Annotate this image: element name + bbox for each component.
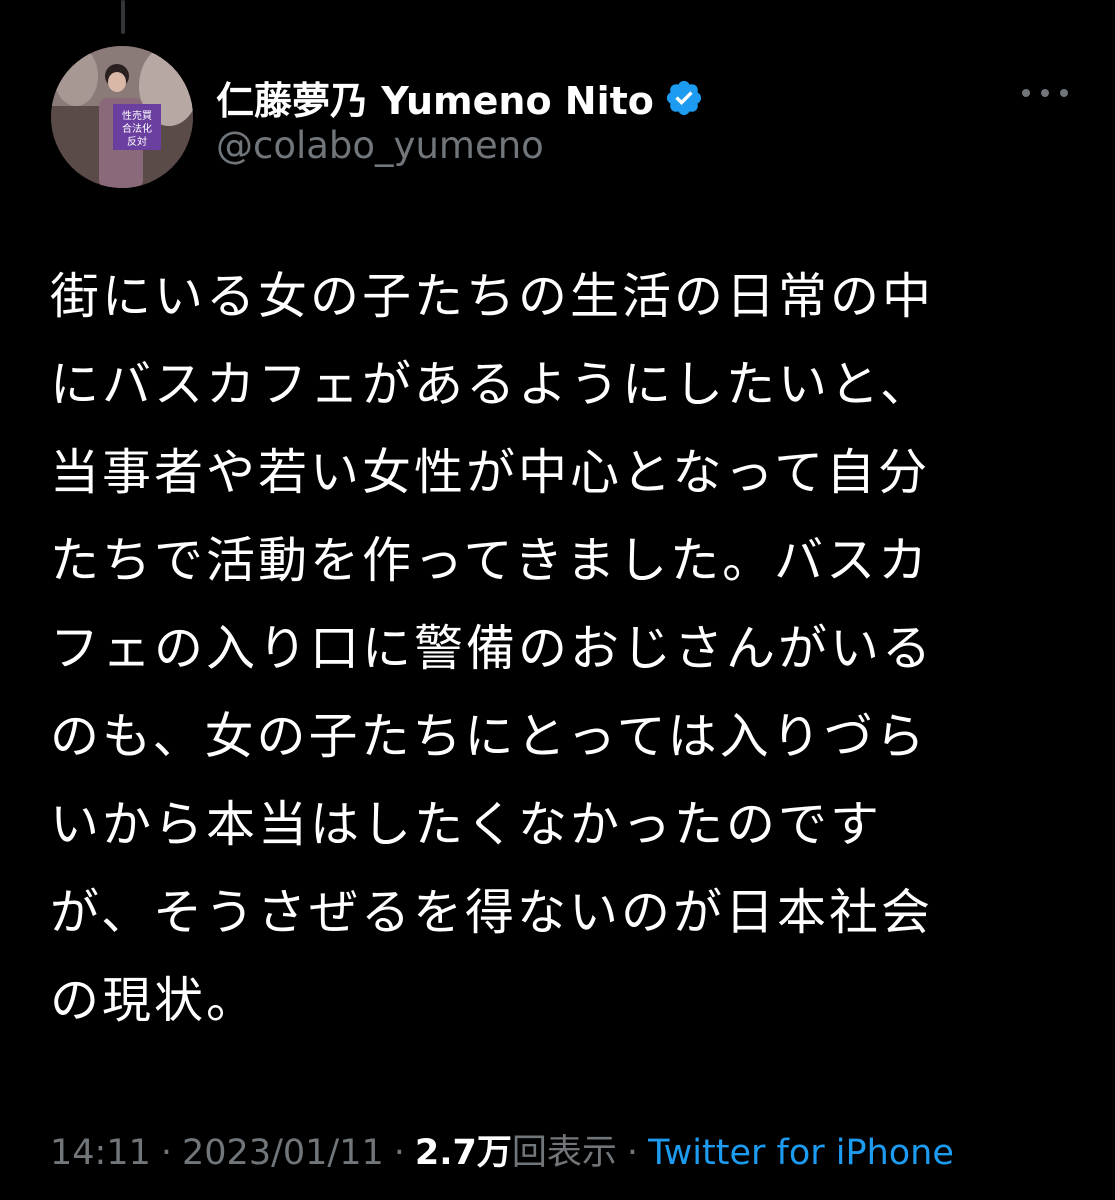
author-display-name[interactable]: 仁藤夢乃 Yumeno Nito <box>216 70 654 125</box>
avatar[interactable]: 性売買 合法化 反対 <box>51 46 193 188</box>
tweet-source-link[interactable]: Twitter for iPhone <box>648 1133 954 1173</box>
avatar-photo: 性売買 合法化 反対 <box>51 46 193 188</box>
more-dot <box>1022 89 1030 97</box>
tweet-date[interactable]: 2023/01/11 <box>182 1133 384 1173</box>
meta-separator: · <box>160 1133 173 1173</box>
avatar-sign-line-2: 合法化 <box>122 122 152 135</box>
tweet-text: 街にいる女の子たちの生活の日常の中 にバスカフェがあるようにしたいと、 当事者や… <box>50 268 935 1029</box>
views-count[interactable]: 2.7万 <box>415 1124 512 1175</box>
avatar-sign-line-3: 反対 <box>127 135 147 148</box>
meta-separator: · <box>626 1133 639 1173</box>
meta-separator: · <box>393 1133 405 1173</box>
author-name-row[interactable]: 仁藤夢乃 Yumeno Nito <box>216 70 704 125</box>
more-dot <box>1041 89 1049 97</box>
tweet-time[interactable]: 14:11 <box>50 1133 151 1173</box>
author-handle[interactable]: @colabo_yumeno <box>216 124 544 167</box>
verified-badge-icon <box>666 80 701 115</box>
more-options-icon[interactable] <box>1022 78 1068 108</box>
thread-connector-line <box>121 0 125 34</box>
views-label[interactable]: 回表示 <box>512 1124 617 1175</box>
avatar-sign-line-1: 性売買 <box>122 109 152 122</box>
more-dot <box>1060 89 1068 97</box>
tweet-meta: 14:11 · 2023/01/11 · 2.7万 回表示 · Twitter … <box>50 1124 954 1175</box>
